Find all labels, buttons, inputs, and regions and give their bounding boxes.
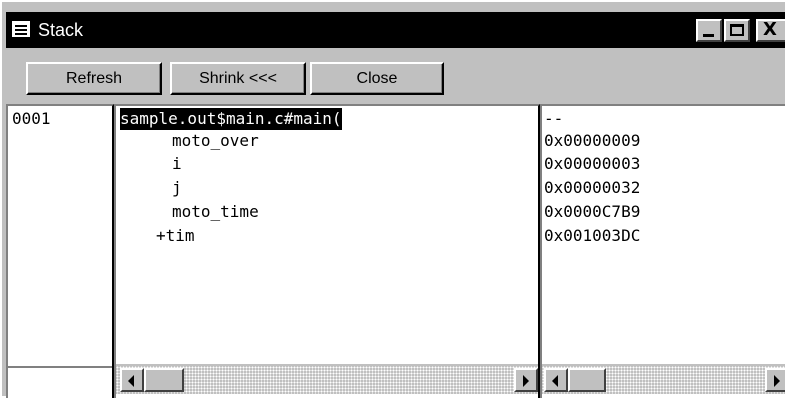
scroll-right-arrow-icon[interactable]: [514, 368, 538, 392]
frame-function[interactable]: sample.out$main.c#main(: [120, 108, 342, 130]
frame-value[interactable]: --: [544, 108, 563, 130]
close-window-button[interactable]: X: [756, 19, 785, 42]
value-pane[interactable]: -- 0x00000009 0x00000003 0x00000032 0x00…: [540, 104, 785, 398]
variable-name[interactable]: moto_time: [172, 201, 259, 223]
refresh-button[interactable]: Refresh: [26, 62, 162, 95]
variable-value[interactable]: 0x0000C7B9: [544, 201, 640, 223]
index-pane-footer: [8, 366, 112, 394]
scrollbar-thumb[interactable]: [144, 368, 184, 392]
variable-value[interactable]: 0x00000003: [544, 153, 640, 175]
maximize-button[interactable]: [724, 19, 750, 42]
scroll-left-arrow-icon[interactable]: [120, 368, 144, 392]
title-bar[interactable]: Stack X: [6, 12, 785, 48]
scrollbar-thumb[interactable]: [568, 368, 606, 392]
shrink-button[interactable]: Shrink <<<: [170, 62, 306, 95]
symbol-pane[interactable]: sample.out$main.c#main( moto_over i j mo…: [114, 104, 540, 398]
variable-name-expandable[interactable]: +tim: [156, 225, 195, 247]
variable-name[interactable]: i: [172, 153, 182, 175]
frame-index[interactable]: 0001: [12, 108, 51, 130]
window-title: Stack: [38, 20, 84, 40]
scroll-left-arrow-icon[interactable]: [544, 368, 568, 392]
variable-name[interactable]: j: [172, 177, 182, 199]
value-horizontal-scrollbar[interactable]: [542, 364, 785, 394]
variable-value[interactable]: 0x001003DC: [544, 225, 640, 247]
close-button[interactable]: Close: [310, 62, 444, 95]
toolbar: Refresh Shrink <<< Close: [6, 56, 785, 100]
window-menu-icon[interactable]: [12, 21, 30, 37]
variable-value[interactable]: 0x00000032: [544, 177, 640, 199]
close-icon: X: [763, 19, 777, 40]
variable-value[interactable]: 0x00000009: [544, 130, 640, 152]
scroll-right-arrow-icon[interactable]: [765, 368, 785, 392]
symbol-horizontal-scrollbar[interactable]: [116, 364, 538, 394]
stack-window: Stack X Refresh Shrink <<< Close 0001 sa…: [0, 0, 785, 398]
variable-name[interactable]: moto_over: [172, 130, 259, 152]
minimize-button[interactable]: [696, 19, 722, 42]
frame-index-pane[interactable]: 0001: [6, 104, 114, 398]
